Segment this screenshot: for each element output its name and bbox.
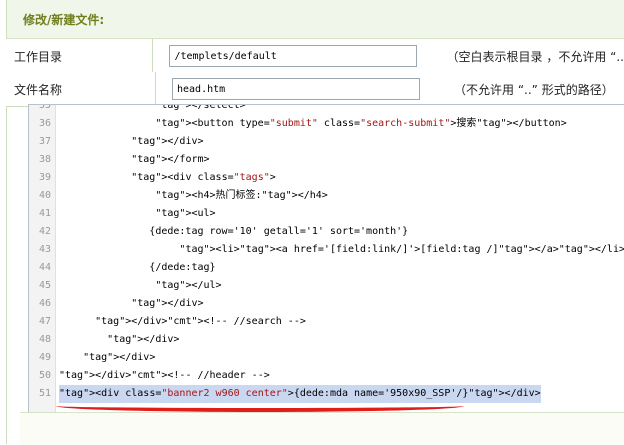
line-number: 46 [38, 298, 51, 309]
line-code: "tag"></form> [131, 154, 210, 165]
code-line: 39 "tag"><div class="tags"> [29, 169, 624, 187]
filename-input[interactable] [172, 78, 420, 100]
line-number: 37 [38, 136, 51, 147]
line-code: "tag"><button type="submit" class="searc… [155, 118, 567, 129]
code-line: 47 "tag"></div>"cmt"><!-- //search --> [29, 313, 624, 331]
line-code: "tag"></div> [83, 352, 156, 363]
code-line: 35 "tag"></select> [29, 104, 624, 115]
line-code: "tag"></div>"cmt"><!-- //header --> [59, 370, 270, 381]
title-bar: 修改/新建文件: [7, 0, 624, 39]
code-line: 46 "tag"></div> [29, 295, 624, 313]
code-line: 48 "tag"></div> [29, 331, 624, 349]
line-number: 51 [38, 388, 51, 399]
line-number: 47 [38, 316, 51, 327]
directory-input-wrap [153, 39, 434, 73]
line-code: "tag"></select> [155, 104, 246, 111]
directory-label: 工作目录 [6, 39, 154, 73]
code-line: 40 "tag"><h4>热门标签:"tag"></h4> [29, 187, 624, 205]
line-code: "tag"></div> [131, 298, 204, 309]
line-number: 50 [38, 370, 51, 381]
line-number: 49 [38, 352, 51, 363]
line-number: 38 [38, 154, 51, 165]
code-line: 37 "tag"></div> [29, 133, 624, 151]
line-code: "tag"><li>"tag"><a href='[field:link/]'>… [179, 244, 624, 255]
code-line: 45 "tag"></ul> [29, 277, 624, 295]
code-editor[interactable]: 35 "tag"></select> 36 "tag"><button type=… [28, 104, 624, 414]
directory-hint: （空白表示根目录 ，不允许用 “.. [446, 49, 624, 64]
line-number: 36 [38, 118, 51, 129]
line-code: {/dede:tag} [59, 262, 216, 273]
line-number: 39 [38, 172, 51, 183]
line-code: "tag"></ul> [155, 280, 222, 291]
line-code: "tag"></div> [107, 334, 180, 345]
line-number: 35 [38, 104, 51, 111]
line-number: 45 [38, 280, 51, 291]
page-title: 修改/新建文件: [23, 12, 105, 27]
filename-input-wrap [156, 72, 442, 106]
directory-row: 工作目录 （空白表示根目录 ，不允许用 “.. [6, 39, 624, 74]
line-code: "tag"></div> [131, 136, 204, 147]
code-line: 49 "tag"></div> [29, 349, 624, 367]
line-code: "tag"></div>"cmt"><!-- //search --> [95, 316, 306, 327]
code-line: 38 "tag"></form> [29, 151, 624, 169]
code-line: 50 "tag"></div>"cmt"><!-- //header --> [29, 367, 624, 385]
code-line: 44 {/dede:tag} [29, 259, 624, 277]
filename-hint: （不允许用 “..” 形式的路径） [454, 82, 614, 97]
code-line: 36 "tag"><button type="submit" class="se… [29, 115, 624, 133]
line-number: 40 [38, 190, 51, 201]
code-line: 41 "tag"><ul> [29, 205, 624, 223]
code-line: 42 {dede:tag row='10' getall='1' sort='m… [29, 223, 624, 241]
line-number: 41 [38, 208, 51, 219]
bottom-area [20, 412, 624, 445]
line-code: {dede:tag row='10' getall='1' sort='mont… [59, 226, 409, 237]
filename-row: 文件名称 （不允许用 “..” 形式的路径） [6, 72, 624, 107]
line-code: "tag"><h4>热门标签:"tag"></h4> [155, 190, 328, 201]
directory-input[interactable] [169, 45, 418, 67]
line-number: 42 [38, 226, 51, 237]
line-code: "tag"><div class="tags"> [131, 172, 276, 183]
line-number: 48 [38, 334, 51, 345]
line-code: "tag"><ul> [155, 208, 216, 219]
line-number: 44 [38, 262, 51, 273]
code-line: 43 "tag"><li>"tag"><a href='[field:link/… [29, 241, 624, 259]
red-underline-annotation [56, 400, 464, 412]
line-number: 43 [38, 244, 51, 255]
filename-label: 文件名称 [6, 72, 156, 106]
